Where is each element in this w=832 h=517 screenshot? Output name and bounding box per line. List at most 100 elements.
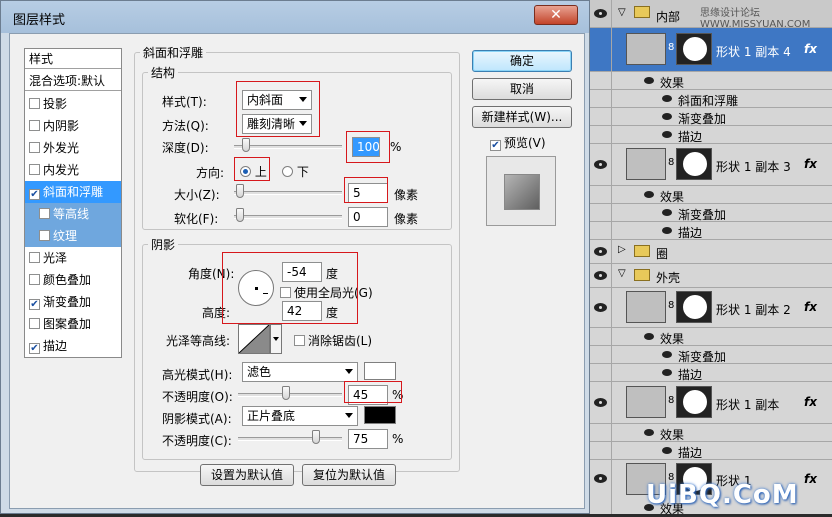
title-bar[interactable]: 图层样式 ✕ — [1, 1, 589, 33]
shadow-opacity-slider-handle[interactable] — [312, 430, 320, 444]
depth-input[interactable]: 100 — [352, 137, 380, 157]
checkbox[interactable] — [29, 120, 40, 131]
style-item-pattern-overlay[interactable]: 图案叠加 — [25, 313, 121, 335]
direction-down-radio[interactable]: 下 — [282, 163, 309, 180]
highlight-opacity-input[interactable]: 45 — [348, 385, 388, 405]
technique-select[interactable]: 雕刻清晰 — [242, 114, 312, 134]
effect-gradient-row[interactable]: 渐变叠加 — [590, 108, 832, 126]
eye-icon[interactable] — [644, 191, 654, 198]
layer-row-copy3[interactable]: 8 形状 1 副本 3 fx — [590, 144, 832, 186]
radio[interactable] — [282, 166, 293, 177]
checkbox-checked[interactable]: ✔ — [29, 189, 40, 200]
fx-icon[interactable]: fx — [804, 157, 817, 171]
angle-dial[interactable] — [238, 270, 274, 306]
effect-stroke-row[interactable]: 描边 — [590, 222, 832, 240]
eye-icon[interactable] — [662, 227, 672, 234]
style-item-stroke[interactable]: ✔ 描边 — [25, 335, 121, 357]
style-item-texture[interactable]: 纹理 — [25, 225, 121, 247]
layer-group-outer[interactable]: ▽ 外壳 — [590, 264, 832, 288]
soften-slider-handle[interactable] — [236, 208, 244, 222]
eye-icon[interactable] — [594, 9, 607, 18]
eye-icon[interactable] — [662, 95, 672, 102]
anti-alias-checkbox[interactable]: 消除锯齿(L) — [294, 332, 372, 349]
eye-icon[interactable] — [662, 351, 672, 358]
eye-icon[interactable] — [594, 398, 607, 407]
radio-selected[interactable] — [240, 166, 251, 177]
eye-icon[interactable] — [594, 271, 607, 280]
altitude-input[interactable]: 42 — [282, 301, 322, 321]
global-light-checkbox[interactable]: 使用全局光(G) — [280, 284, 373, 301]
checkbox[interactable] — [29, 318, 40, 329]
style-item-satin[interactable]: 光泽 — [25, 247, 121, 269]
visibility-cell[interactable] — [590, 240, 612, 263]
cancel-button[interactable]: 取消 — [472, 78, 572, 100]
fx-icon[interactable]: fx — [804, 472, 817, 486]
style-item-drop-shadow[interactable]: 投影 — [25, 93, 121, 115]
checkbox[interactable] — [39, 230, 50, 241]
visibility-cell[interactable] — [590, 28, 612, 71]
checkbox-checked[interactable]: ✔ — [29, 343, 40, 354]
shadow-opacity-slider[interactable] — [238, 437, 342, 441]
visibility-cell[interactable] — [590, 144, 612, 185]
checkbox[interactable] — [280, 287, 291, 298]
checkbox[interactable] — [29, 98, 40, 109]
style-item-outer-glow[interactable]: 外发光 — [25, 137, 121, 159]
collapse-triangle-icon[interactable]: ▽ — [618, 7, 626, 18]
visibility-cell[interactable] — [590, 264, 612, 287]
highlight-color-swatch[interactable] — [364, 362, 396, 380]
gloss-contour-dropdown[interactable] — [270, 324, 282, 354]
ok-button[interactable]: 确定 — [472, 50, 572, 72]
size-slider-handle[interactable] — [236, 184, 244, 198]
effects-row[interactable]: 效果 — [590, 72, 832, 90]
gloss-contour-preview[interactable] — [238, 324, 270, 354]
highlight-opacity-slider-handle[interactable] — [282, 386, 290, 400]
checkbox[interactable] — [29, 274, 40, 285]
soften-slider[interactable] — [234, 215, 342, 219]
collapse-triangle-icon[interactable]: ▽ — [618, 268, 626, 279]
effects-row[interactable]: 效果 — [590, 186, 832, 204]
eye-icon[interactable] — [594, 247, 607, 256]
preview-checkbox[interactable]: ✔ 预览(V) — [490, 134, 546, 151]
size-slider[interactable] — [234, 191, 342, 195]
style-item-color-overlay[interactable]: 颜色叠加 — [25, 269, 121, 291]
effect-gradient-row[interactable]: 渐变叠加 — [590, 346, 832, 364]
visibility-cell[interactable] — [590, 0, 612, 27]
highlight-opacity-slider[interactable] — [238, 393, 342, 397]
checkbox[interactable] — [39, 208, 50, 219]
checkbox[interactable] — [29, 142, 40, 153]
eye-icon[interactable] — [644, 429, 654, 436]
eye-icon[interactable] — [644, 77, 654, 84]
checkbox-checked[interactable]: ✔ — [29, 299, 40, 310]
effect-bevel-row[interactable]: 斜面和浮雕 — [590, 90, 832, 108]
shadow-color-swatch[interactable] — [364, 406, 396, 424]
style-item-bevel-emboss[interactable]: ✔ 斜面和浮雕 — [25, 181, 121, 203]
shadow-opacity-input[interactable]: 75 — [348, 429, 388, 449]
checkbox[interactable] — [29, 164, 40, 175]
depth-slider-handle[interactable] — [242, 138, 250, 152]
blending-options[interactable]: 混合选项:默认 — [25, 71, 121, 91]
style-item-inner-shadow[interactable]: 内阴影 — [25, 115, 121, 137]
effect-stroke-row[interactable]: 描边 — [590, 126, 832, 144]
soften-input[interactable]: 0 — [348, 207, 388, 227]
effect-stroke-row[interactable]: 描边 — [590, 364, 832, 382]
expand-triangle-icon[interactable]: ▷ — [618, 244, 626, 255]
styles-header[interactable]: 样式 — [25, 49, 121, 69]
eye-icon[interactable] — [662, 447, 672, 454]
layer-group-inner[interactable]: ▽ 内部 思缘设计论坛 WWW.MISSYUAN.COM — [590, 0, 832, 30]
layer-row-copy4[interactable]: 8 形状 1 副本 4 fx — [590, 28, 832, 72]
layer-group-circle[interactable]: ▷ 圈 — [590, 240, 832, 264]
depth-slider[interactable] — [234, 145, 342, 149]
style-item-inner-glow[interactable]: 内发光 — [25, 159, 121, 181]
fx-icon[interactable]: fx — [804, 300, 817, 314]
visibility-cell[interactable] — [590, 382, 612, 423]
new-style-button[interactable]: 新建样式(W)... — [472, 106, 572, 128]
make-default-button[interactable]: 设置为默认值 — [200, 464, 294, 486]
visibility-cell[interactable] — [590, 460, 612, 514]
angle-input[interactable]: -54 — [282, 262, 322, 282]
effect-gradient-row[interactable]: 渐变叠加 — [590, 204, 832, 222]
eye-icon[interactable] — [662, 369, 672, 376]
checkbox[interactable] — [294, 335, 305, 346]
effects-row[interactable]: 效果 — [590, 424, 832, 442]
highlight-mode-select[interactable]: 滤色 — [242, 362, 358, 382]
layer-row-copy2[interactable]: 8 形状 1 副本 2 fx — [590, 288, 832, 328]
